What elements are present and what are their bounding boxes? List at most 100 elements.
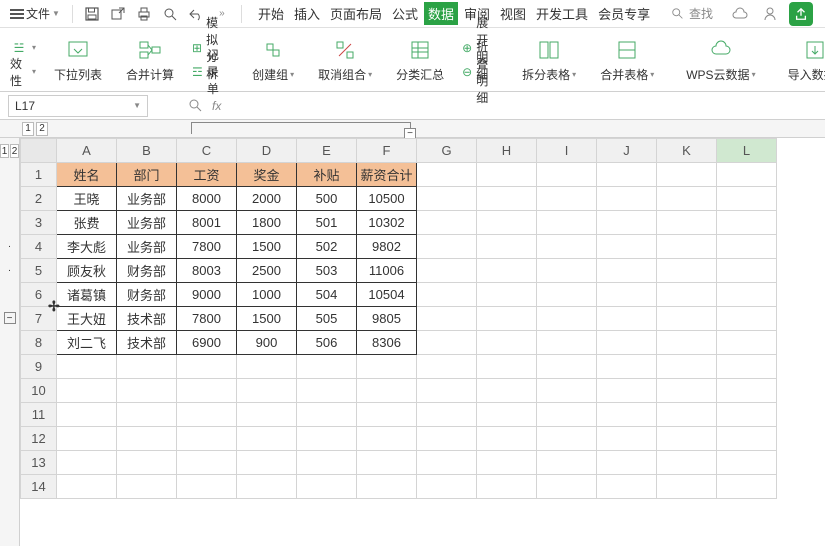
- cell-K10[interactable]: [657, 379, 717, 403]
- cell-J5[interactable]: [597, 259, 657, 283]
- cell-C6[interactable]: 9000: [177, 283, 237, 307]
- row-header-5[interactable]: 5: [21, 259, 57, 283]
- cell-B4[interactable]: 业务部: [117, 235, 177, 259]
- row-header-13[interactable]: 13: [21, 451, 57, 475]
- cell-E2[interactable]: 500: [297, 187, 357, 211]
- cell-F2[interactable]: 10500: [357, 187, 417, 211]
- cell-I11[interactable]: [537, 403, 597, 427]
- cell-B10[interactable]: [117, 379, 177, 403]
- cell-H8[interactable]: [477, 331, 537, 355]
- cell-K5[interactable]: [657, 259, 717, 283]
- cell-L2[interactable]: [717, 187, 777, 211]
- cell-G2[interactable]: [417, 187, 477, 211]
- cell-G1[interactable]: [417, 163, 477, 187]
- cell-L7[interactable]: [717, 307, 777, 331]
- col-header-A[interactable]: A: [57, 139, 117, 163]
- save-icon[interactable]: [81, 3, 103, 25]
- row-header-12[interactable]: 12: [21, 427, 57, 451]
- print-icon[interactable]: [133, 3, 155, 25]
- share-button[interactable]: [789, 2, 813, 26]
- cell-D10[interactable]: [237, 379, 297, 403]
- cell-B8[interactable]: 技术部: [117, 331, 177, 355]
- row-header-10[interactable]: 10: [21, 379, 57, 403]
- cell-B12[interactable]: [117, 427, 177, 451]
- cell-D8[interactable]: 900: [237, 331, 297, 355]
- cell-A3[interactable]: 张费: [57, 211, 117, 235]
- cell-H13[interactable]: [477, 451, 537, 475]
- cell-K13[interactable]: [657, 451, 717, 475]
- row-outline-level-1[interactable]: 1: [0, 144, 9, 158]
- row-header-11[interactable]: 11: [21, 403, 57, 427]
- cell-E5[interactable]: 503: [297, 259, 357, 283]
- cell-L6[interactable]: [717, 283, 777, 307]
- cell-I14[interactable]: [537, 475, 597, 499]
- cell-A13[interactable]: [57, 451, 117, 475]
- subtotal-button[interactable]: 分类汇总: [392, 34, 448, 85]
- cell-B6[interactable]: 财务部: [117, 283, 177, 307]
- cell-A10[interactable]: [57, 379, 117, 403]
- cell-J2[interactable]: [597, 187, 657, 211]
- cell-F1[interactable]: 薪资合计: [357, 163, 417, 187]
- row-outline-collapse[interactable]: −: [4, 312, 16, 324]
- cell-J10[interactable]: [597, 379, 657, 403]
- cell-F11[interactable]: [357, 403, 417, 427]
- select-all-corner[interactable]: [21, 139, 57, 163]
- cell-L14[interactable]: [717, 475, 777, 499]
- cell-K7[interactable]: [657, 307, 717, 331]
- cell-J14[interactable]: [597, 475, 657, 499]
- cell-F8[interactable]: 8306: [357, 331, 417, 355]
- cell-G10[interactable]: [417, 379, 477, 403]
- cell-I7[interactable]: [537, 307, 597, 331]
- cell-B11[interactable]: [117, 403, 177, 427]
- row-header-8[interactable]: 8: [21, 331, 57, 355]
- cell-D13[interactable]: [237, 451, 297, 475]
- cell-F13[interactable]: [357, 451, 417, 475]
- cell-E10[interactable]: [297, 379, 357, 403]
- cell-D4[interactable]: 1500: [237, 235, 297, 259]
- cell-D11[interactable]: [237, 403, 297, 427]
- cell-J7[interactable]: [597, 307, 657, 331]
- cell-C13[interactable]: [177, 451, 237, 475]
- col-header-C[interactable]: C: [177, 139, 237, 163]
- cell-I4[interactable]: [537, 235, 597, 259]
- tab-4[interactable]: 数据: [424, 2, 458, 25]
- cell-I5[interactable]: [537, 259, 597, 283]
- col-header-K[interactable]: K: [657, 139, 717, 163]
- validity-label[interactable]: 效性▾: [8, 60, 38, 84]
- output-icon[interactable]: [107, 3, 129, 25]
- cell-C14[interactable]: [177, 475, 237, 499]
- group-button[interactable]: 创建组▾: [248, 34, 298, 85]
- user-icon[interactable]: [759, 3, 781, 25]
- cell-K14[interactable]: [657, 475, 717, 499]
- cell-F9[interactable]: [357, 355, 417, 379]
- row-header-3[interactable]: 3: [21, 211, 57, 235]
- cell-E12[interactable]: [297, 427, 357, 451]
- cell-H2[interactable]: [477, 187, 537, 211]
- cell-F7[interactable]: 9805: [357, 307, 417, 331]
- cell-J1[interactable]: [597, 163, 657, 187]
- cell-L5[interactable]: [717, 259, 777, 283]
- cell-L11[interactable]: [717, 403, 777, 427]
- cell-G6[interactable]: [417, 283, 477, 307]
- cell-L4[interactable]: [717, 235, 777, 259]
- cell-I10[interactable]: [537, 379, 597, 403]
- cell-E8[interactable]: 506: [297, 331, 357, 355]
- cell-J3[interactable]: [597, 211, 657, 235]
- cell-C5[interactable]: 8003: [177, 259, 237, 283]
- col-header-J[interactable]: J: [597, 139, 657, 163]
- cell-B3[interactable]: 业务部: [117, 211, 177, 235]
- cell-E1[interactable]: 补贴: [297, 163, 357, 187]
- merge-table-button[interactable]: 合并表格▾: [596, 34, 658, 85]
- cell-H14[interactable]: [477, 475, 537, 499]
- cell-J11[interactable]: [597, 403, 657, 427]
- cell-H9[interactable]: [477, 355, 537, 379]
- cell-K11[interactable]: [657, 403, 717, 427]
- wps-cloud-button[interactable]: WPS云数据▾: [682, 34, 759, 85]
- cell-K9[interactable]: [657, 355, 717, 379]
- cell-L3[interactable]: [717, 211, 777, 235]
- cell-I13[interactable]: [537, 451, 597, 475]
- row-header-1[interactable]: 1: [21, 163, 57, 187]
- consolidate-button[interactable]: 合并计算: [122, 34, 178, 85]
- col-header-E[interactable]: E: [297, 139, 357, 163]
- cell-A7[interactable]: 王大妞: [57, 307, 117, 331]
